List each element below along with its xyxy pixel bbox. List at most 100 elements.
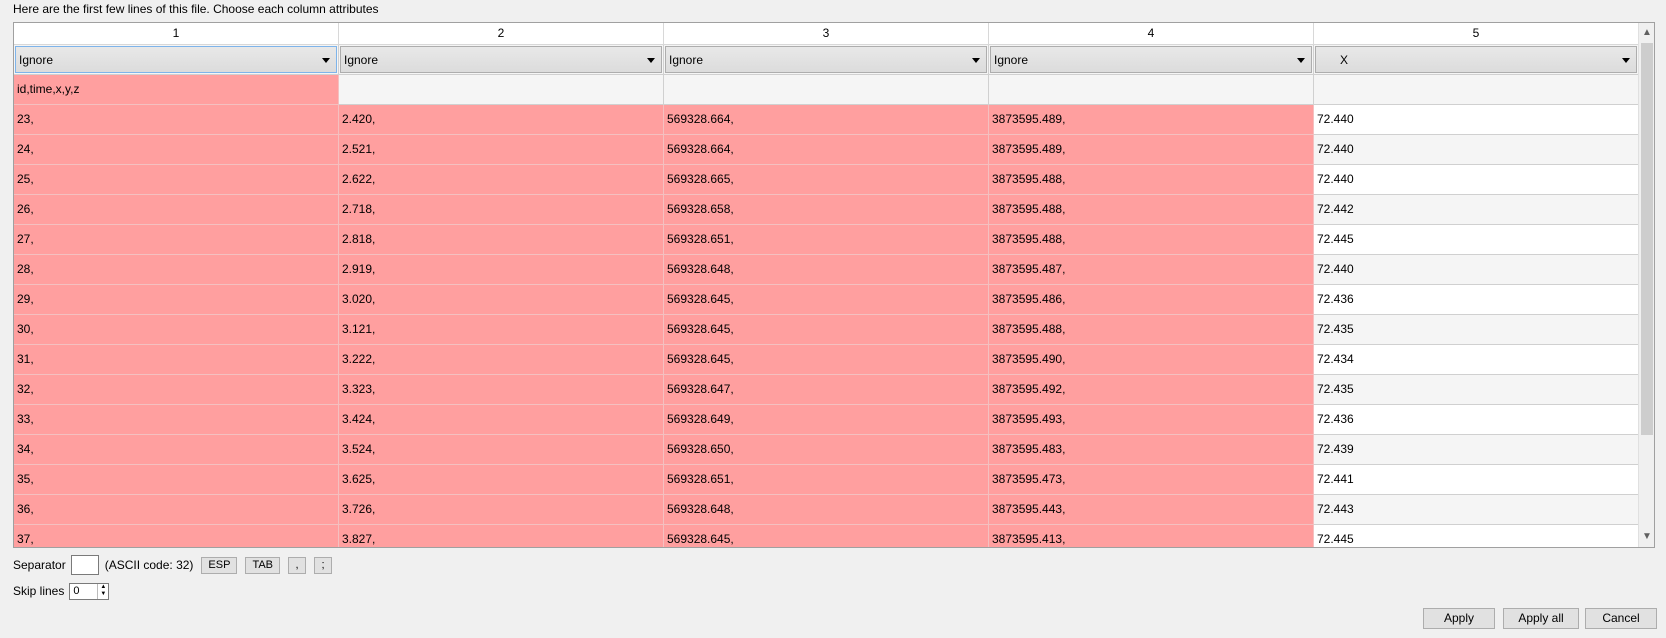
table-cell[interactable]: 31, bbox=[14, 345, 339, 375]
table-cell[interactable]: 569328.651, bbox=[664, 225, 989, 255]
table-cell[interactable] bbox=[989, 75, 1314, 105]
apply-button[interactable]: Apply bbox=[1423, 608, 1495, 629]
table-cell[interactable]: 2.718, bbox=[339, 195, 664, 225]
scroll-down-arrow-icon[interactable]: ▼ bbox=[1639, 529, 1654, 545]
table-cell[interactable]: 72.435 bbox=[1314, 315, 1639, 345]
column-header-3[interactable]: 3 bbox=[664, 23, 989, 45]
column-header-5[interactable]: 5 bbox=[1314, 23, 1639, 45]
table-cell[interactable]: 3.424, bbox=[339, 405, 664, 435]
table-cell[interactable]: 72.440 bbox=[1314, 105, 1639, 135]
table-cell[interactable]: 72.445 bbox=[1314, 525, 1639, 547]
table-cell[interactable]: 72.440 bbox=[1314, 255, 1639, 285]
table-cell[interactable]: 3873595.473, bbox=[989, 465, 1314, 495]
table-cell[interactable]: 72.440 bbox=[1314, 135, 1639, 165]
table-cell[interactable]: 3873595.492, bbox=[989, 375, 1314, 405]
table-cell[interactable]: 569328.665, bbox=[664, 165, 989, 195]
spinner-arrows-icon[interactable]: ▲ ▼ bbox=[97, 583, 108, 599]
table-cell[interactable]: 32, bbox=[14, 375, 339, 405]
cancel-button[interactable]: Cancel bbox=[1585, 608, 1657, 629]
table-cell[interactable]: 2.420, bbox=[339, 105, 664, 135]
table-cell[interactable]: 26, bbox=[14, 195, 339, 225]
table-cell[interactable]: 72.436 bbox=[1314, 285, 1639, 315]
table-cell[interactable]: 29, bbox=[14, 285, 339, 315]
table-cell[interactable]: 35, bbox=[14, 465, 339, 495]
table-cell[interactable]: 72.439 bbox=[1314, 435, 1639, 465]
table-cell[interactable]: 3.020, bbox=[339, 285, 664, 315]
table-cell[interactable]: 72.443 bbox=[1314, 495, 1639, 525]
semicolon-button[interactable]: ; bbox=[314, 556, 333, 574]
esp-button[interactable]: ESP bbox=[201, 556, 238, 574]
table-cell[interactable]: 3873595.490, bbox=[989, 345, 1314, 375]
table-cell[interactable]: 3.524, bbox=[339, 435, 664, 465]
preview-table[interactable]: 1 2 3 4 5 Ignore Ignore Ignore Ignore X … bbox=[13, 22, 1655, 548]
attribute-select-4[interactable]: Ignore bbox=[990, 46, 1312, 73]
table-cell[interactable]: 3.121, bbox=[339, 315, 664, 345]
table-cell[interactable]: 72.445 bbox=[1314, 225, 1639, 255]
column-header-4[interactable]: 4 bbox=[989, 23, 1314, 45]
table-cell[interactable]: 2.521, bbox=[339, 135, 664, 165]
tab-button[interactable]: TAB bbox=[245, 556, 281, 574]
table-cell[interactable] bbox=[664, 75, 989, 105]
table-cell[interactable]: 72.435 bbox=[1314, 375, 1639, 405]
table-cell[interactable]: 3873595.413, bbox=[989, 525, 1314, 547]
table-cell[interactable]: 3.222, bbox=[339, 345, 664, 375]
table-cell[interactable]: 72.442 bbox=[1314, 195, 1639, 225]
table-cell[interactable]: 569328.650, bbox=[664, 435, 989, 465]
table-cell[interactable]: 569328.649, bbox=[664, 405, 989, 435]
table-cell[interactable]: 3873595.443, bbox=[989, 495, 1314, 525]
attribute-select-1[interactable]: Ignore bbox=[15, 46, 337, 73]
table-cell[interactable]: 28, bbox=[14, 255, 339, 285]
table-cell[interactable]: 3873595.488, bbox=[989, 195, 1314, 225]
table-cell[interactable]: 569328.648, bbox=[664, 495, 989, 525]
table-cell[interactable] bbox=[339, 75, 664, 105]
scrollbar-thumb[interactable] bbox=[1641, 43, 1653, 435]
table-cell[interactable]: 3873595.489, bbox=[989, 105, 1314, 135]
table-cell[interactable]: 569328.645, bbox=[664, 525, 989, 547]
table-cell[interactable]: 569328.664, bbox=[664, 105, 989, 135]
table-cell[interactable]: 3.726, bbox=[339, 495, 664, 525]
table-cell[interactable]: 72.440 bbox=[1314, 165, 1639, 195]
table-cell[interactable]: 30, bbox=[14, 315, 339, 345]
table-cell[interactable]: 2.919, bbox=[339, 255, 664, 285]
table-cell[interactable]: 23, bbox=[14, 105, 339, 135]
skip-lines-spinbox[interactable]: 0 ▲ ▼ bbox=[69, 582, 110, 600]
table-cell[interactable]: 569328.664, bbox=[664, 135, 989, 165]
table-cell[interactable]: 25, bbox=[14, 165, 339, 195]
table-cell[interactable]: 2.622, bbox=[339, 165, 664, 195]
table-cell[interactable]: 72.434 bbox=[1314, 345, 1639, 375]
table-cell[interactable] bbox=[1314, 75, 1639, 105]
table-cell[interactable]: 3873595.487, bbox=[989, 255, 1314, 285]
table-cell[interactable]: 72.436 bbox=[1314, 405, 1639, 435]
scroll-up-arrow-icon[interactable]: ▲ bbox=[1639, 25, 1654, 41]
table-cell[interactable]: 3.323, bbox=[339, 375, 664, 405]
comma-button[interactable]: , bbox=[288, 556, 307, 574]
table-cell[interactable]: 33, bbox=[14, 405, 339, 435]
table-cell[interactable]: 37, bbox=[14, 525, 339, 547]
table-cell[interactable]: 3873595.486, bbox=[989, 285, 1314, 315]
attribute-select-2[interactable]: Ignore bbox=[340, 46, 662, 73]
column-header-1[interactable]: 1 bbox=[14, 23, 339, 45]
table-cell[interactable]: 569328.645, bbox=[664, 315, 989, 345]
table-cell[interactable]: 3.827, bbox=[339, 525, 664, 547]
header-line-cell[interactable]: id,time,x,y,z bbox=[14, 75, 339, 105]
apply-all-button[interactable]: Apply all bbox=[1503, 608, 1579, 629]
table-cell[interactable]: 569328.647, bbox=[664, 375, 989, 405]
table-cell[interactable]: 3873595.488, bbox=[989, 225, 1314, 255]
table-cell[interactable]: 3873595.488, bbox=[989, 165, 1314, 195]
table-cell[interactable]: 569328.645, bbox=[664, 285, 989, 315]
table-cell[interactable]: 3873595.489, bbox=[989, 135, 1314, 165]
attribute-select-5[interactable]: X bbox=[1315, 46, 1637, 73]
table-cell[interactable]: 569328.648, bbox=[664, 255, 989, 285]
table-cell[interactable]: 569328.651, bbox=[664, 465, 989, 495]
table-cell[interactable]: 72.441 bbox=[1314, 465, 1639, 495]
table-cell[interactable]: 36, bbox=[14, 495, 339, 525]
table-cell[interactable]: 27, bbox=[14, 225, 339, 255]
table-cell[interactable]: 569328.658, bbox=[664, 195, 989, 225]
table-cell[interactable]: 3873595.493, bbox=[989, 405, 1314, 435]
table-cell[interactable]: 2.818, bbox=[339, 225, 664, 255]
table-cell[interactable]: 3873595.483, bbox=[989, 435, 1314, 465]
column-header-2[interactable]: 2 bbox=[339, 23, 664, 45]
separator-input[interactable] bbox=[70, 555, 99, 575]
table-cell[interactable]: 3873595.488, bbox=[989, 315, 1314, 345]
table-cell[interactable]: 24, bbox=[14, 135, 339, 165]
